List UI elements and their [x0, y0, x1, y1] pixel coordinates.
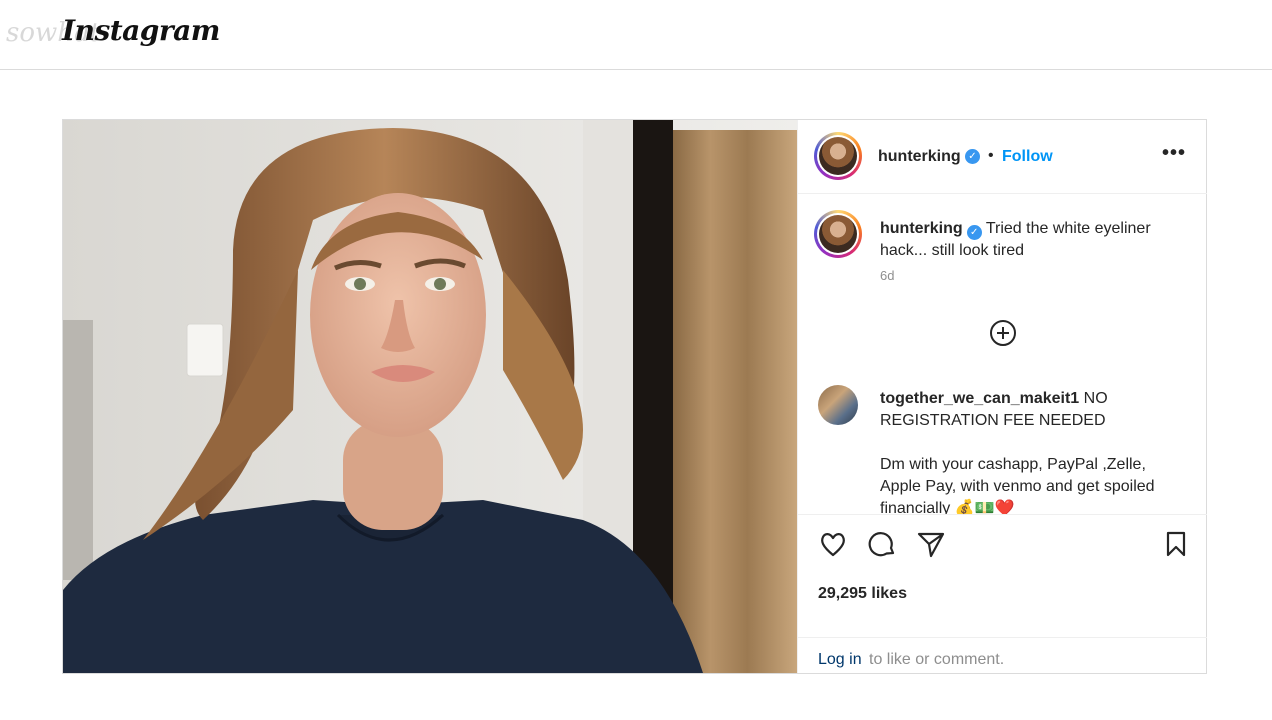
- post-card: hunterking ✓ • Follow ••• hunterking ✓ Tr…: [62, 119, 1207, 674]
- more-options-icon[interactable]: •••: [1162, 142, 1186, 165]
- plus-circle-icon[interactable]: [988, 318, 1018, 348]
- post-image: [63, 120, 797, 673]
- heart-icon[interactable]: [818, 529, 848, 559]
- commenter-avatar[interactable]: [818, 385, 858, 425]
- selfie-photo: [63, 120, 797, 673]
- verified-badge-icon: ✓: [966, 225, 982, 240]
- verified-badge-icon: ✓: [965, 149, 980, 164]
- comment-bubble-icon[interactable]: [867, 529, 897, 559]
- caption-text: hunterking ✓ Tried the white eyeliner hac…: [880, 218, 1180, 262]
- action-bar: 29,295 likes Log in to like or comment.: [798, 514, 1207, 674]
- post-sidebar: hunterking ✓ • Follow ••• hunterking ✓ Tr…: [797, 120, 1207, 674]
- instagram-logo[interactable]: Instagram: [62, 14, 220, 47]
- likes-count[interactable]: 29,295 likes: [818, 585, 907, 603]
- bookmark-icon[interactable]: [1161, 529, 1191, 559]
- login-prompt-text: to like or comment.: [869, 651, 1005, 668]
- separator-dot: •: [988, 147, 994, 164]
- caption-time[interactable]: 6d: [880, 268, 894, 283]
- comment-text: together_we_can_makeit1 NO REGISTRATION …: [880, 388, 1185, 514]
- author-username[interactable]: hunterking: [878, 148, 961, 166]
- post-header: hunterking ✓ • Follow •••: [798, 120, 1207, 194]
- login-prompt: Log in to like or comment.: [798, 637, 1207, 675]
- top-bar: sowhat Instagram: [0, 0, 1272, 70]
- caption-avatar[interactable]: [814, 210, 862, 258]
- comments-section[interactable]: hunterking ✓ Tried the white eyeliner hac…: [798, 194, 1207, 514]
- comment-line2: Dm with your cashapp, PayPal ,Zelle, App…: [880, 456, 1155, 514]
- login-link[interactable]: Log in: [818, 651, 862, 669]
- author-avatar[interactable]: [814, 132, 862, 180]
- follow-button[interactable]: Follow: [1002, 148, 1053, 166]
- paper-plane-icon[interactable]: [916, 529, 946, 559]
- commenter-username[interactable]: together_we_can_makeit1: [880, 390, 1079, 407]
- caption-username[interactable]: hunterking: [880, 220, 963, 237]
